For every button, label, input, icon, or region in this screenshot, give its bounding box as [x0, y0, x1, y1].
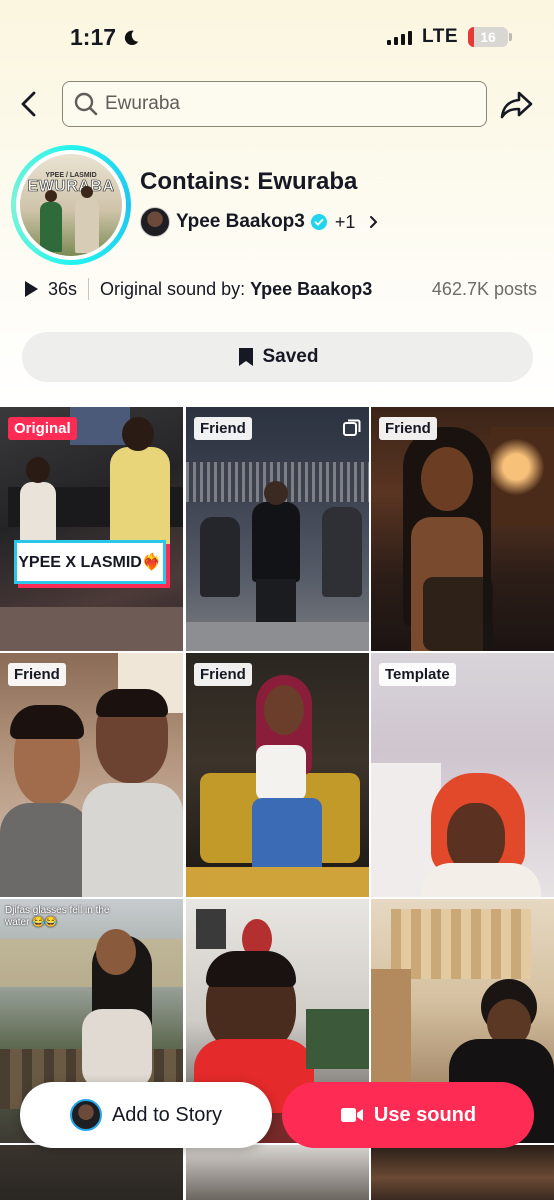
template-badge: Template	[379, 663, 456, 686]
moon-icon	[124, 30, 139, 45]
time-text: 1:17	[70, 24, 117, 50]
network-type: LTE	[422, 26, 458, 47]
use-sound-label: Use sound	[373, 1103, 477, 1126]
battery-icon: 16	[468, 27, 512, 47]
video-thumbnail[interactable]	[371, 1145, 554, 1200]
divider	[88, 278, 90, 300]
video-thumbnail[interactable]: Template	[371, 653, 554, 897]
video-thumbnail[interactable]: Friend	[371, 407, 554, 651]
original-artist: Ypee Baakop3	[250, 278, 373, 299]
video-caption: Djifas glasses fell in the water 😂😂	[5, 905, 110, 928]
play-icon[interactable]	[22, 280, 40, 298]
battery-percent: 16	[480, 29, 496, 45]
use-sound-button[interactable]: Use sound	[282, 1082, 534, 1148]
video-camera-icon	[340, 1108, 363, 1122]
friend-badge: Friend	[194, 663, 252, 686]
saved-button[interactable]: Saved	[22, 332, 533, 382]
cover-art: YPEE / LASMID EWURABA	[20, 154, 122, 256]
add-to-story-button[interactable]: Add to Story	[20, 1082, 272, 1148]
artist-name[interactable]: Ypee Baakop3	[176, 211, 305, 233]
sound-meta: 36s Original sound by: Ypee Baakop3 462.…	[22, 276, 537, 302]
video-thumbnail[interactable]: Friend	[186, 653, 369, 897]
duration: 36s	[48, 278, 78, 299]
post-count: 462.7K posts	[431, 278, 537, 299]
extra-artists[interactable]: +1	[335, 212, 356, 233]
status-time: 1:17	[70, 24, 140, 51]
avatar	[69, 1099, 102, 1131]
status-indicators: LTE 16	[387, 26, 512, 48]
video-overlay-text: YPEE X LASMID❤️‍🔥	[14, 540, 166, 584]
sound-title: Contains: Ewuraba	[140, 168, 358, 195]
artist-row[interactable]: Ypee Baakop3 +1	[140, 207, 381, 237]
original-badge: Original	[8, 417, 77, 440]
bookmark-icon	[238, 348, 253, 366]
share-icon[interactable]	[498, 86, 536, 124]
verified-icon	[310, 214, 327, 230]
original-sound[interactable]: Original sound by: Ypee Baakop3	[100, 279, 372, 300]
video-thumbnail[interactable]: Original YPEE X LASMID❤️‍🔥	[0, 407, 183, 651]
video-thumbnail[interactable]	[0, 1145, 183, 1200]
friend-badge: Friend	[379, 417, 437, 440]
video-thumbnail[interactable]: Friend	[186, 407, 369, 651]
video-thumbnail[interactable]	[186, 1145, 369, 1200]
add-to-story-label: Add to Story	[111, 1103, 223, 1126]
friend-badge: Friend	[194, 417, 252, 440]
video-thumbnail[interactable]: Friend	[0, 653, 183, 897]
cover-title: EWURABA	[27, 178, 115, 196]
chevron-right-icon[interactable]	[367, 215, 381, 229]
original-prefix: Original sound by:	[100, 278, 246, 299]
search-icon	[74, 92, 98, 116]
multi-photo-icon	[343, 419, 361, 436]
friend-badge: Friend	[8, 663, 66, 686]
saved-label: Saved	[262, 346, 319, 367]
search-input[interactable]	[105, 93, 465, 115]
sound-cover[interactable]: YPEE / LASMID EWURABA	[11, 145, 131, 265]
search-bar[interactable]	[62, 81, 487, 127]
status-bar: 1:17 LTE 16	[0, 0, 554, 74]
signal-icon	[387, 29, 413, 45]
back-button[interactable]	[14, 88, 46, 120]
avatar[interactable]	[140, 207, 170, 237]
